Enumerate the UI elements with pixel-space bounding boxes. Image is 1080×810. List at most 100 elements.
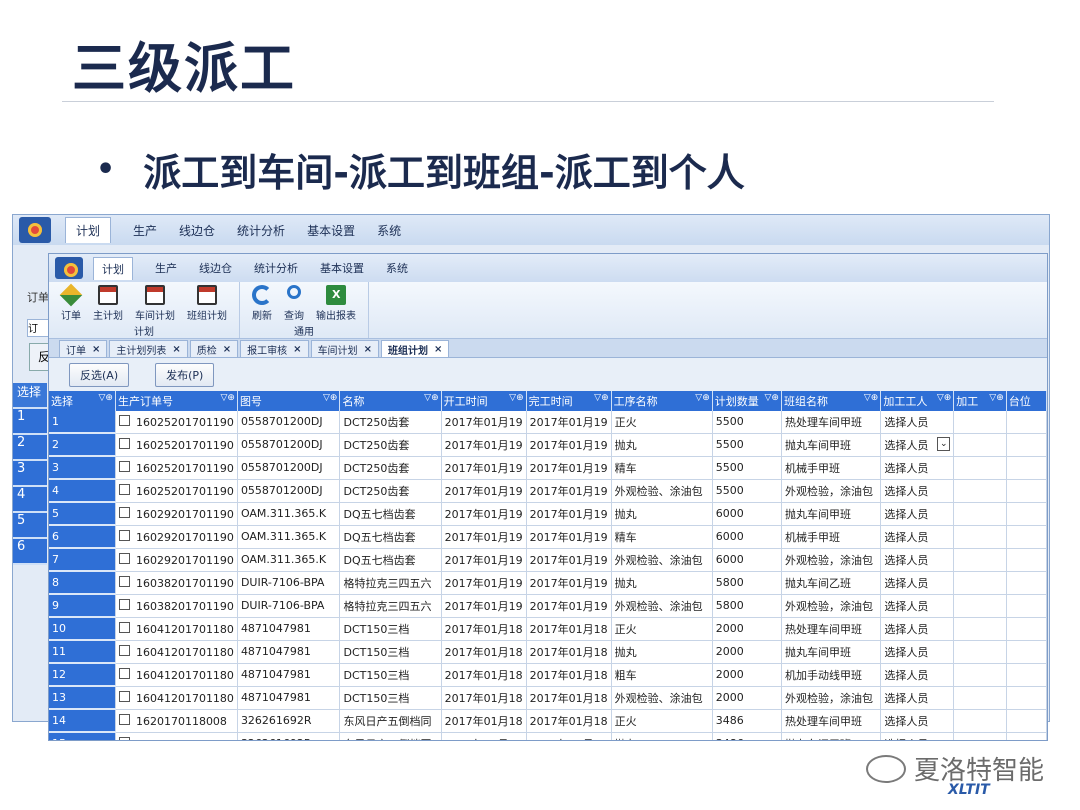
bg-row-number[interactable]: 4 bbox=[13, 487, 47, 513]
row-number[interactable]: 8 bbox=[49, 571, 116, 595]
table-cell[interactable]: 选择人员 bbox=[880, 663, 955, 687]
bg-menu-settings[interactable]: 基本设置 bbox=[307, 222, 355, 239]
empty-cell[interactable] bbox=[953, 548, 1007, 572]
column-header[interactable]: 名称 ▽⊕ bbox=[339, 391, 442, 411]
table-cell[interactable]: 选择人员 bbox=[880, 411, 955, 434]
column-header[interactable]: 台位 bbox=[1006, 391, 1047, 411]
filter-icon[interactable]: ▽⊕ bbox=[323, 393, 337, 403]
empty-cell[interactable] bbox=[1006, 732, 1047, 740]
publish-button[interactable]: 发布(P) bbox=[155, 362, 215, 387]
bg-order-button[interactable]: 订单 bbox=[27, 289, 49, 305]
empty-cell[interactable] bbox=[953, 686, 1007, 710]
empty-cell[interactable] bbox=[953, 640, 1007, 664]
filter-icon[interactable]: ▽⊕ bbox=[864, 393, 878, 403]
table-row[interactable]: 1 16025201701190 0558701200DJ DCT250齿套 2017年… bbox=[49, 411, 1047, 434]
team-plan-button[interactable]: 班组计划 bbox=[187, 285, 227, 322]
empty-cell[interactable] bbox=[953, 709, 1007, 733]
empty-cell[interactable] bbox=[1006, 640, 1047, 664]
empty-cell[interactable] bbox=[1006, 525, 1047, 549]
tab-quality-check[interactable]: 质检 × bbox=[189, 340, 239, 357]
table-cell[interactable]: 选择人员 bbox=[880, 525, 955, 549]
table-row[interactable]: 6 16029201701190 OAM.311.365.K DQ五七档齿套 2017年… bbox=[49, 525, 1047, 549]
column-header[interactable]: 计划数量 ▽⊕ bbox=[712, 391, 782, 411]
table-cell[interactable]: 选择人员 bbox=[880, 617, 955, 641]
column-header[interactable]: 开工时间 ▽⊕ bbox=[441, 391, 527, 411]
bg-menu-system[interactable]: 系统 bbox=[377, 222, 401, 239]
table-cell[interactable]: 选择人员 bbox=[880, 548, 955, 572]
empty-cell[interactable] bbox=[953, 411, 1007, 434]
table-row[interactable]: 2 16025201701190 0558701200DJ DCT250齿套 2017年… bbox=[49, 433, 1047, 457]
table-row[interactable]: 4 16025201701190 0558701200DJ DCT250齿套 2017年… bbox=[49, 479, 1047, 503]
empty-cell[interactable] bbox=[1006, 548, 1047, 572]
row-number[interactable]: 5 bbox=[49, 502, 116, 526]
menu-warehouse[interactable]: 线边仓 bbox=[199, 260, 232, 276]
empty-cell[interactable] bbox=[1006, 686, 1047, 710]
workshop-plan-button[interactable]: 车间计划 bbox=[135, 285, 175, 322]
empty-cell[interactable] bbox=[953, 502, 1007, 526]
query-button[interactable]: 查询 bbox=[284, 285, 304, 322]
table-cell[interactable]: 选择人员 bbox=[880, 594, 955, 618]
empty-cell[interactable] bbox=[953, 594, 1007, 618]
table-cell[interactable]: 选择人员 bbox=[880, 640, 955, 664]
bg-menu-statistics[interactable]: 统计分析 bbox=[237, 222, 285, 239]
empty-cell[interactable] bbox=[1006, 594, 1047, 618]
filter-icon[interactable]: ▽⊕ bbox=[424, 393, 438, 403]
column-header[interactable]: 图号 ▽⊕ bbox=[237, 391, 341, 411]
table-cell[interactable]: 选择人员 bbox=[880, 456, 955, 480]
table-row[interactable]: 3 16025201701190 0558701200DJ DCT250齿套 2017年… bbox=[49, 456, 1047, 480]
close-icon[interactable]: × bbox=[293, 344, 301, 355]
master-plan-button[interactable]: 主计划 bbox=[93, 285, 123, 322]
row-number[interactable]: 11 bbox=[49, 640, 116, 664]
row-number[interactable]: 6 bbox=[49, 525, 116, 549]
column-header[interactable]: 生产订单号 ▽⊕ bbox=[115, 391, 238, 411]
tab-workshop-plan[interactable]: 车间计划 × bbox=[310, 340, 379, 357]
bg-menu-warehouse[interactable]: 线边仓 bbox=[179, 222, 215, 239]
column-header[interactable]: 完工时间 ▽⊕ bbox=[526, 391, 612, 411]
empty-cell[interactable] bbox=[1006, 411, 1047, 434]
column-header[interactable]: 加工 ▽⊕ bbox=[953, 391, 1007, 411]
row-checkbox[interactable] bbox=[118, 552, 130, 564]
menu-statistics[interactable]: 统计分析 bbox=[254, 260, 298, 276]
empty-cell[interactable] bbox=[953, 663, 1007, 687]
table-row[interactable]: 5 16029201701190 OAM.311.365.K DQ五七档齿套 2017年… bbox=[49, 502, 1047, 526]
filter-icon[interactable]: ▽⊕ bbox=[594, 393, 608, 403]
export-report-button[interactable]: 输出报表 bbox=[316, 285, 356, 322]
empty-cell[interactable] bbox=[953, 571, 1007, 595]
row-checkbox[interactable] bbox=[118, 529, 130, 541]
empty-cell[interactable] bbox=[1006, 663, 1047, 687]
row-checkbox[interactable] bbox=[118, 506, 130, 518]
filter-icon[interactable]: ▽⊕ bbox=[989, 393, 1003, 403]
menu-production[interactable]: 生产 bbox=[155, 260, 177, 276]
row-number[interactable]: 12 bbox=[49, 663, 116, 687]
empty-cell[interactable] bbox=[1006, 571, 1047, 595]
bg-row-number[interactable]: 2 bbox=[13, 435, 47, 461]
table-cell[interactable]: 选择人员 bbox=[880, 686, 955, 710]
menu-system[interactable]: 系统 bbox=[386, 260, 408, 276]
row-checkbox[interactable] bbox=[118, 437, 130, 449]
row-checkbox[interactable] bbox=[118, 736, 130, 740]
bg-menu-plan[interactable]: 计划 bbox=[65, 217, 112, 243]
column-header[interactable]: 工序名称 ▽⊕ bbox=[611, 391, 713, 411]
table-row[interactable]: 15 1620170118008 326261692R 东风日产五倒档同 2017年01… bbox=[49, 732, 1047, 740]
row-number[interactable]: 15 bbox=[49, 732, 116, 740]
row-checkbox[interactable] bbox=[118, 598, 130, 610]
filter-icon[interactable]: ▽⊕ bbox=[98, 393, 112, 403]
column-header[interactable]: 加工工人 ▽⊕ bbox=[880, 391, 955, 411]
empty-cell[interactable] bbox=[953, 456, 1007, 480]
tab-report-review[interactable]: 报工审核 × bbox=[240, 340, 309, 357]
empty-cell[interactable] bbox=[1006, 479, 1047, 503]
table-row[interactable]: 7 16029201701190 OAM.311.365.K DQ五七档齿套 2017年… bbox=[49, 548, 1047, 572]
row-number[interactable]: 7 bbox=[49, 548, 116, 572]
row-number[interactable]: 4 bbox=[49, 479, 116, 503]
close-icon[interactable]: × bbox=[92, 344, 100, 355]
filter-icon[interactable]: ▽⊕ bbox=[764, 393, 778, 403]
row-number[interactable]: 3 bbox=[49, 456, 116, 480]
table-cell[interactable]: 选择人员 bbox=[880, 479, 955, 503]
filter-icon[interactable]: ▽⊕ bbox=[220, 393, 234, 403]
empty-cell[interactable] bbox=[953, 479, 1007, 503]
table-row[interactable]: 11 16041201701180 4871047981 DCT150三档 2017年0… bbox=[49, 640, 1047, 664]
menu-plan[interactable]: 计划 bbox=[93, 256, 133, 280]
table-row[interactable]: 12 16041201701180 4871047981 DCT150三档 2017年0… bbox=[49, 663, 1047, 687]
table-row[interactable]: 13 16041201701180 4871047981 DCT150三档 2017年0… bbox=[49, 686, 1047, 710]
row-checkbox[interactable] bbox=[118, 575, 130, 587]
